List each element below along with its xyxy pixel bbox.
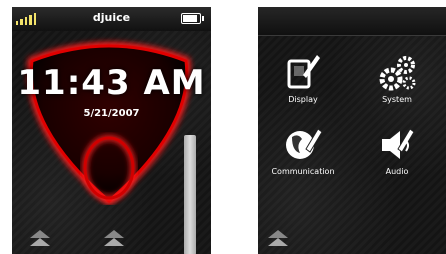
- communication-icon: [286, 128, 323, 159]
- menu-item-communication[interactable]: Communication: [258, 123, 348, 176]
- battery-icon: [181, 13, 204, 24]
- menu-item-display[interactable]: Display: [258, 51, 348, 104]
- menu-item-label: System: [382, 95, 412, 104]
- menu-item-label: Communication: [271, 167, 335, 176]
- clock-shield-graphic: [27, 42, 191, 205]
- menu-item-label: Display: [288, 95, 318, 104]
- menu-item-system[interactable]: System: [352, 51, 442, 104]
- menu-item-label: Audio: [385, 167, 409, 176]
- settings-menu-screen: Display System Communication Audio: [258, 7, 446, 254]
- menu-header: [258, 7, 446, 36]
- audio-icon: [382, 128, 415, 159]
- menu-item-audio[interactable]: Audio: [352, 123, 442, 176]
- gears-icon: [379, 56, 416, 91]
- status-bar: djuice: [12, 7, 211, 31]
- clock-date: 5/21/2007: [83, 108, 140, 119]
- up-arrow-icon[interactable]: [28, 228, 52, 250]
- up-arrow-icon[interactable]: [266, 228, 290, 250]
- lock-screen: djuice 11:43 AM 5/21/2007: [12, 7, 211, 254]
- up-arrow-icon[interactable]: [102, 228, 126, 250]
- display-icon: [287, 55, 320, 89]
- clock-time: 11:43 AM: [17, 63, 206, 103]
- scroll-bar[interactable]: [184, 135, 196, 254]
